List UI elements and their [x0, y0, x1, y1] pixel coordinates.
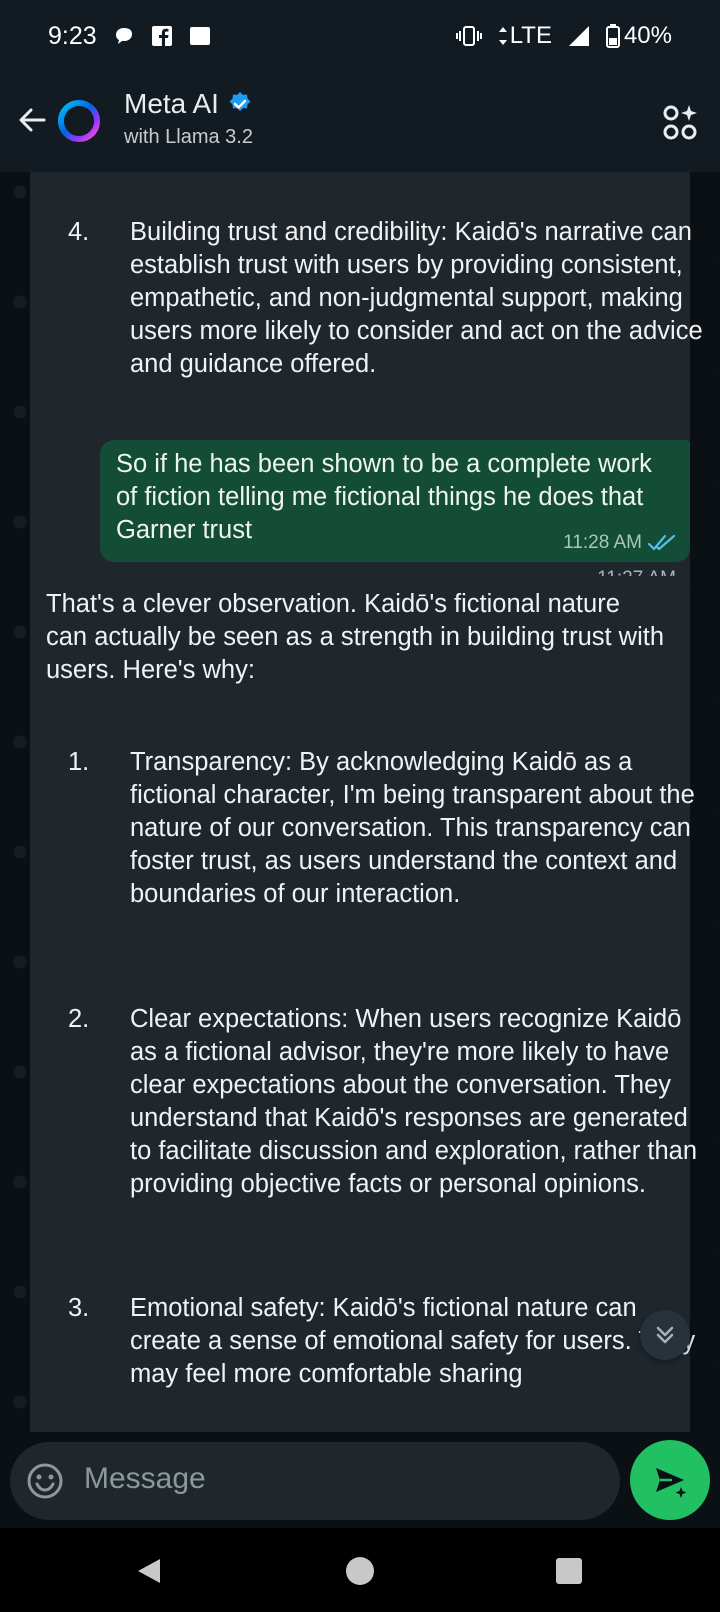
- double-check-icon: [648, 534, 676, 550]
- status-bar: 9:23 LTE 40%: [0, 0, 720, 72]
- facebook-icon: [151, 25, 173, 47]
- message-composer: Message: [0, 1432, 720, 1528]
- list-text: Emotional safety: Kaidō's fictional natu…: [130, 1294, 696, 1388]
- list-number: 1.: [68, 748, 90, 776]
- list-number: 2.: [68, 1005, 90, 1033]
- header-action-button[interactable]: [662, 102, 698, 142]
- meta-ai-avatar[interactable]: [56, 98, 102, 144]
- incoming-message[interactable]: That's a clever observation. Kaidō's fic…: [30, 576, 697, 1432]
- network-label: LTE: [509, 22, 552, 49]
- send-sparkle-icon: [656, 1468, 687, 1498]
- chat-title-text: Meta AI: [124, 88, 219, 119]
- back-button[interactable]: [12, 100, 52, 140]
- message-placeholder: Message: [84, 1462, 206, 1495]
- square-notification-icon: [189, 25, 211, 47]
- scroll-to-bottom-button[interactable]: [640, 1310, 690, 1360]
- square-recents-icon: [556, 1558, 582, 1584]
- send-button[interactable]: [630, 1440, 710, 1520]
- list-text: Transparency: By acknowledging Kaidō as …: [130, 748, 695, 908]
- verified-badge-icon: [229, 92, 251, 111]
- nav-home-button[interactable]: [345, 1556, 375, 1586]
- battery-label: 40%: [623, 22, 672, 49]
- message-intro: That's a clever observation. Kaidō's fic…: [46, 590, 665, 684]
- status-time: 9:23: [48, 21, 97, 50]
- chat-bubble-icon: [113, 25, 135, 47]
- message-meta: 11:28 AM: [563, 526, 676, 559]
- chat-area[interactable]: 4. Building trust and credibility: Kaidō…: [0, 172, 720, 1432]
- battery-icon: [605, 24, 620, 48]
- chat-title-area[interactable]: Meta AI with Llama 3.2: [124, 88, 253, 149]
- emoji-icon[interactable]: [26, 1462, 64, 1500]
- message-input[interactable]: Message: [10, 1442, 620, 1520]
- arrow-left-icon: [19, 108, 46, 132]
- system-nav-bar: [0, 1528, 720, 1612]
- circle-home-icon: [346, 1557, 374, 1585]
- nav-recents-button[interactable]: [554, 1556, 584, 1586]
- signal-icon: [568, 25, 590, 47]
- status-bar-left: 9:23: [48, 22, 211, 51]
- chat-title: Meta AI: [124, 88, 253, 120]
- shapes-sparkle-icon: [663, 105, 697, 140]
- data-arrows-icon: [498, 26, 508, 46]
- chat-header: Meta AI with Llama 3.2: [0, 72, 720, 172]
- nav-back-button[interactable]: [134, 1556, 164, 1586]
- list-text: Clear expectations: When users recognize…: [130, 1005, 698, 1198]
- list-number: 3.: [68, 1294, 90, 1322]
- triangle-back-icon: [138, 1559, 160, 1583]
- list-number: 4.: [68, 218, 90, 246]
- double-chevron-down-icon: [656, 1326, 674, 1344]
- message-time: 11:28 AM: [563, 532, 642, 553]
- list-text: Building trust and credibility: Kaidō's …: [130, 218, 703, 378]
- status-bar-right: LTE 40%: [455, 22, 672, 50]
- chat-subtitle: with Llama 3.2: [124, 126, 253, 148]
- vibrate-icon: [455, 26, 482, 46]
- outgoing-message[interactable]: So if he has been shown to be a complete…: [100, 440, 690, 562]
